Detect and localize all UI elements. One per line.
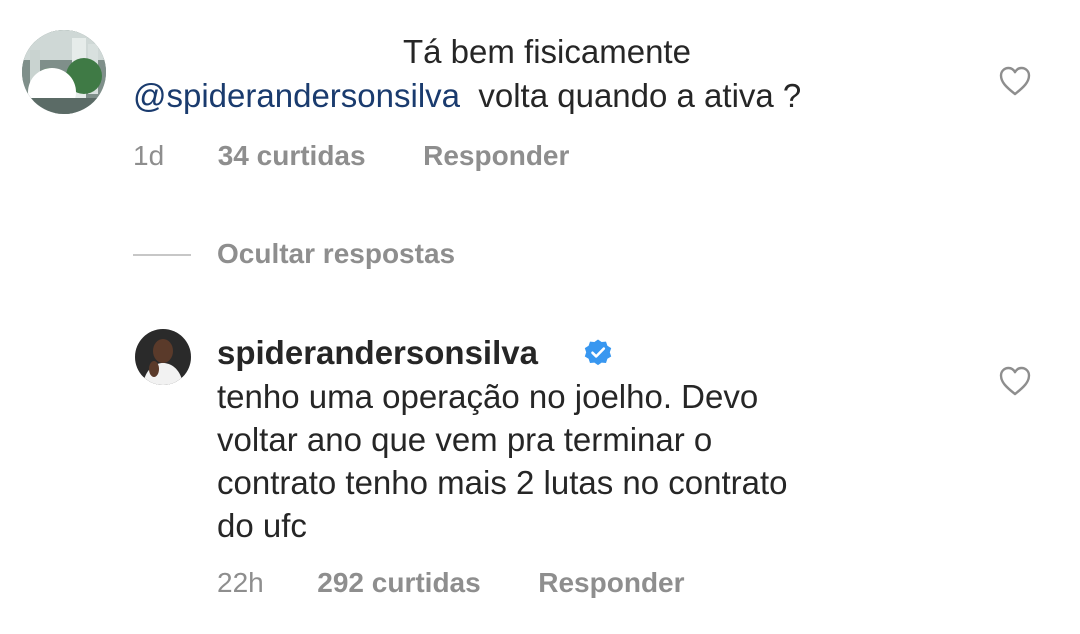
comment-text-line: Tá bem fisicamente (403, 33, 691, 70)
mention-link[interactable]: @spiderandersonsilva (133, 77, 460, 114)
comment-text: volta quando a ativa ? (478, 77, 802, 114)
avatar[interactable] (22, 30, 106, 114)
comments-panel: Tá bem fisicamente @spiderandersonsilva … (0, 0, 1080, 634)
comment-meta: 1d 34 curtidas Responder (133, 138, 569, 174)
likes-count[interactable]: 292 curtidas (317, 567, 480, 598)
likes-count[interactable]: 34 curtidas (218, 140, 366, 171)
reply-text-line: voltar ano que vem pra terminar o (217, 421, 713, 458)
reply-avatar[interactable] (135, 329, 191, 385)
reply-text-line: do ufc (217, 507, 307, 544)
timestamp: 22h (217, 567, 264, 598)
divider (133, 254, 191, 256)
avatar-photo (135, 329, 191, 385)
timestamp: 1d (133, 140, 165, 171)
verified-badge-icon (584, 339, 612, 366)
reply-text-line: tenho uma operação no joelho. Devo (217, 378, 759, 415)
reply-meta: 22h 292 curtidas Responder (217, 565, 685, 601)
reply-button[interactable]: Responder (423, 140, 569, 171)
reply-username[interactable]: spiderandersonsilva (217, 331, 538, 375)
heart-icon[interactable] (999, 366, 1031, 396)
reply-button[interactable]: Responder (538, 567, 684, 598)
reply-text-line: contrato tenho mais 2 lutas no contrato (217, 464, 788, 501)
avatar-photo (22, 30, 106, 114)
hide-replies-button[interactable]: Ocultar respostas (217, 236, 455, 272)
heart-icon[interactable] (999, 66, 1031, 96)
comment-text-line: @spiderandersonsilva volta quando a ativ… (133, 74, 801, 118)
reply-text: tenho uma operação no joelho. Devo volta… (217, 375, 957, 547)
